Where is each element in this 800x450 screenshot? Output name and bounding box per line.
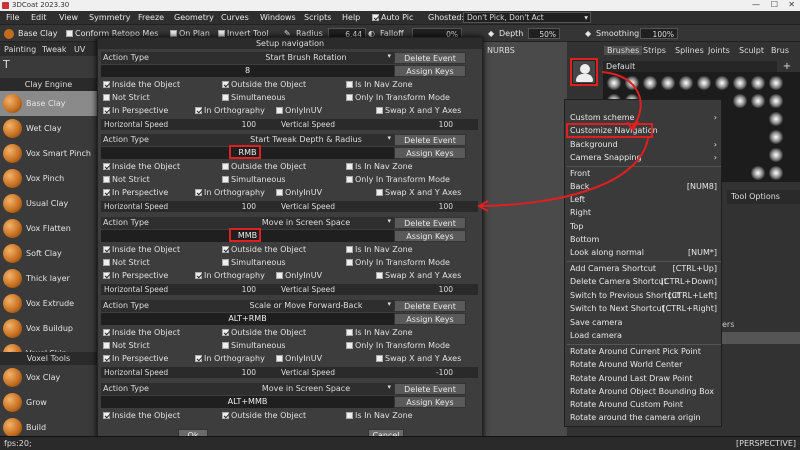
fps-readout: fps:20; <box>4 439 32 448</box>
annotation-arrowhead <box>626 120 639 132</box>
annotation-arrow-curve <box>601 71 642 129</box>
annotation-arrow-curve <box>479 137 649 207</box>
annotation-arrows <box>476 71 649 212</box>
status-bar: fps:20; [PERSPECTIVE] <box>0 436 800 450</box>
view-mode-readout: [PERSPECTIVE] <box>736 439 796 448</box>
